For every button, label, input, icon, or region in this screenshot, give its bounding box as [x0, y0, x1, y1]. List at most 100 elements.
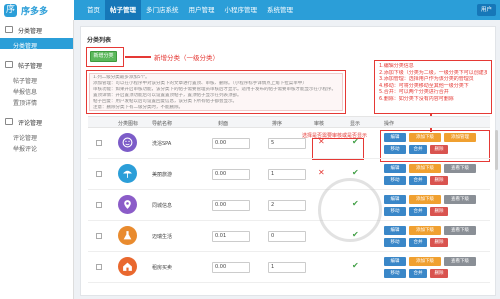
table-row: 同城信息 0.00 2 ✔ 编辑 添加下级 查看下级 移动 合并 删除 [88, 191, 490, 221]
merge-button[interactable]: 合并 [409, 238, 427, 247]
nav-posts[interactable]: 帖子管理 [105, 0, 141, 20]
scrollbar[interactable] [495, 130, 498, 170]
add-child-button[interactable]: 添加下级 [409, 164, 441, 173]
note-line: 6.删除：如分类下没有内容可删除 [379, 95, 454, 102]
user-menu-button[interactable]: 用户 [476, 4, 496, 16]
add-admin-button[interactable]: 添加管理 [444, 133, 476, 142]
annotation-arrow [125, 56, 151, 58]
folder-icon [5, 26, 13, 33]
sidebar-item-category[interactable]: 分类管理 [0, 38, 73, 50]
table-row: 美丽旅游 0.00 1 ✕ ✔ 编辑 添加下级 查看下级移动 合并 删除 [88, 160, 490, 190]
notice-panel: 1.列二级分类最多添加5个。 添加管理：可以在小程序中对该分类下的文章进行置顶、… [89, 73, 343, 111]
app-logo[interactable]: 序 序多多 [0, 0, 74, 20]
add-annotation: 新增分类（一级分类） [154, 54, 219, 62]
delete-button[interactable]: 删除 [430, 145, 448, 154]
operation-notes: 1.编辑分类信息 2.添加下级（分类为二级，一级分类下可以创建多个二级分类） 3… [374, 60, 492, 114]
row-checkbox[interactable] [96, 264, 102, 270]
sidebar-group-category: 分类管理 [0, 20, 73, 38]
sidebar-item-reports[interactable]: 举报信息 [0, 84, 73, 96]
add-child-button[interactable]: 添加下级 [409, 257, 441, 266]
col-sort: 排序 [272, 121, 283, 127]
house-icon [118, 257, 137, 276]
col-actions: 操作 [384, 121, 395, 127]
edit-button[interactable]: 编辑 [384, 195, 406, 204]
view-children-button[interactable]: 查看下级 [444, 195, 476, 204]
edit-button[interactable]: 编辑 [384, 133, 406, 142]
sidebar-item-posts[interactable]: 帖子管理 [0, 73, 73, 85]
edit-button[interactable]: 编辑 [384, 257, 406, 266]
delete-button[interactable]: 删除 [430, 207, 448, 216]
cover-input[interactable]: 0.00 [212, 138, 250, 149]
show-toggle[interactable]: ✔ [352, 168, 359, 177]
delete-button[interactable]: 删除 [430, 176, 448, 185]
move-button[interactable]: 移动 [384, 238, 406, 247]
category-name: 迈瑞生活 [152, 234, 173, 240]
add-child-button[interactable]: 添加下级 [409, 226, 441, 235]
view-children-button[interactable]: 查看下级 [444, 257, 476, 266]
sidebar-item-pinned[interactable]: 置顶详情 [0, 95, 73, 107]
row-checkbox[interactable] [96, 140, 102, 146]
table-row: 迈瑞生活 0.01 0 ✔ 编辑 添加下级 查看下级 移动 合并 删除 [88, 222, 490, 252]
cover-input[interactable]: 0.00 [212, 262, 250, 273]
move-button[interactable]: 移动 [384, 207, 406, 216]
nav-home[interactable]: 首页 [82, 0, 105, 20]
row-checkbox[interactable] [96, 202, 102, 208]
col-review: 审核 [314, 121, 325, 127]
sidebar-item-report-comments[interactable]: 举报评论 [0, 141, 73, 153]
add-child-button[interactable]: 添加下级 [409, 133, 441, 142]
logo-text: 序多多 [21, 6, 49, 17]
flask-icon [118, 226, 137, 245]
cover-input[interactable]: 0.00 [212, 169, 250, 180]
category-name: 租房买卖 [152, 265, 173, 271]
sort-input[interactable]: 1 [268, 262, 306, 273]
edit-button[interactable]: 编辑 [384, 226, 406, 235]
move-button[interactable]: 移动 [384, 269, 406, 278]
add-category-button[interactable]: 新增分类 [90, 51, 117, 62]
table-row: 洗浴SPA 0.00 5 ✕ ✔ 编辑 添加下级 添加管理移动 合并 删除 [88, 129, 490, 159]
move-button[interactable]: 移动 [384, 145, 406, 154]
sort-input[interactable]: 5 [268, 138, 306, 149]
delete-button[interactable]: 删除 [430, 269, 448, 278]
logo-icon: 序 [4, 3, 17, 17]
nav-system[interactable]: 系统管理 [262, 0, 298, 20]
sidebar: 分类管理 分类管理 帖子管理 帖子管理 举报信息 置顶详情 评论管理 评论管理 … [0, 20, 74, 299]
view-children-button[interactable]: 查看下级 [444, 226, 476, 235]
sort-input[interactable]: 0 [268, 231, 306, 242]
cover-input[interactable]: 0.01 [212, 231, 250, 242]
umbrella-icon [118, 164, 137, 183]
move-button[interactable]: 移动 [384, 176, 406, 185]
review-toggle[interactable]: ✕ [318, 168, 325, 177]
main-nav: 首页 帖子管理 多门店系统 用户管理 小程序管理 系统管理 [82, 0, 298, 20]
location-icon [118, 195, 137, 214]
view-children-button[interactable]: 查看下级 [444, 164, 476, 173]
show-toggle[interactable]: ✔ [352, 137, 359, 146]
delete-button[interactable]: 删除 [430, 238, 448, 247]
page-title: 分类列表 [87, 37, 112, 44]
merge-button[interactable]: 合并 [409, 269, 427, 278]
merge-button[interactable]: 合并 [409, 145, 427, 154]
merge-button[interactable]: 合并 [409, 176, 427, 185]
nav-users[interactable]: 用户管理 [184, 0, 220, 20]
review-toggle[interactable]: ✕ [318, 137, 325, 146]
category-name: 同城信息 [152, 203, 173, 209]
row-checkbox[interactable] [96, 233, 102, 239]
sort-input[interactable]: 2 [268, 200, 306, 211]
category-name: 美丽旅游 [152, 172, 173, 178]
show-toggle[interactable]: ✔ [352, 261, 359, 270]
merge-button[interactable]: 合并 [409, 207, 427, 216]
row-checkbox[interactable] [96, 171, 102, 177]
cover-input[interactable]: 0.00 [212, 200, 250, 211]
sidebar-item-comments[interactable]: 评论管理 [0, 130, 73, 142]
nav-multistore[interactable]: 多门店系统 [141, 0, 184, 20]
table-row: 租房买卖 0.00 1 ✔ 编辑 添加下级 查看下级移动 合并 删除 [88, 253, 490, 283]
nav-miniprogram[interactable]: 小程序管理 [220, 0, 263, 20]
category-name: 洗浴SPA [152, 141, 172, 147]
sort-input[interactable]: 1 [268, 169, 306, 180]
sidebar-group-comments: 评论管理 [0, 112, 73, 130]
add-child-button[interactable]: 添加下级 [409, 195, 441, 204]
comment-icon [5, 118, 13, 125]
notice-line: 注意：删除分类下有二级分类时，不能删除。 [93, 105, 183, 110]
face-icon [118, 133, 137, 152]
edit-button[interactable]: 编辑 [384, 164, 406, 173]
col-show: 显示 [350, 121, 361, 127]
